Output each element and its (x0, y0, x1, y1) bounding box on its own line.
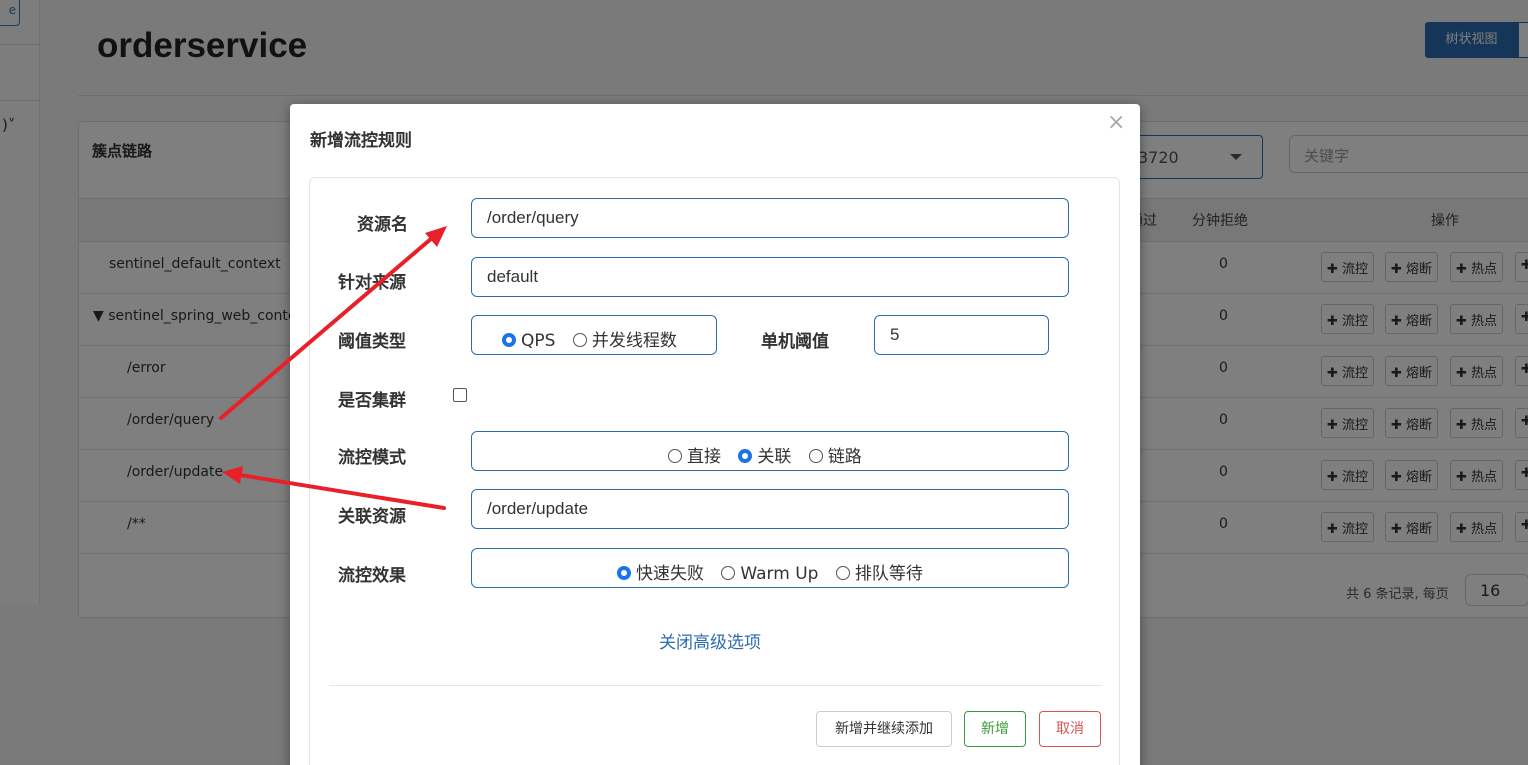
arrow-ref-resource-to-update (222, 466, 446, 510)
annotation-arrows (219, 226, 447, 510)
arrow-query-to-resource (219, 226, 447, 420)
